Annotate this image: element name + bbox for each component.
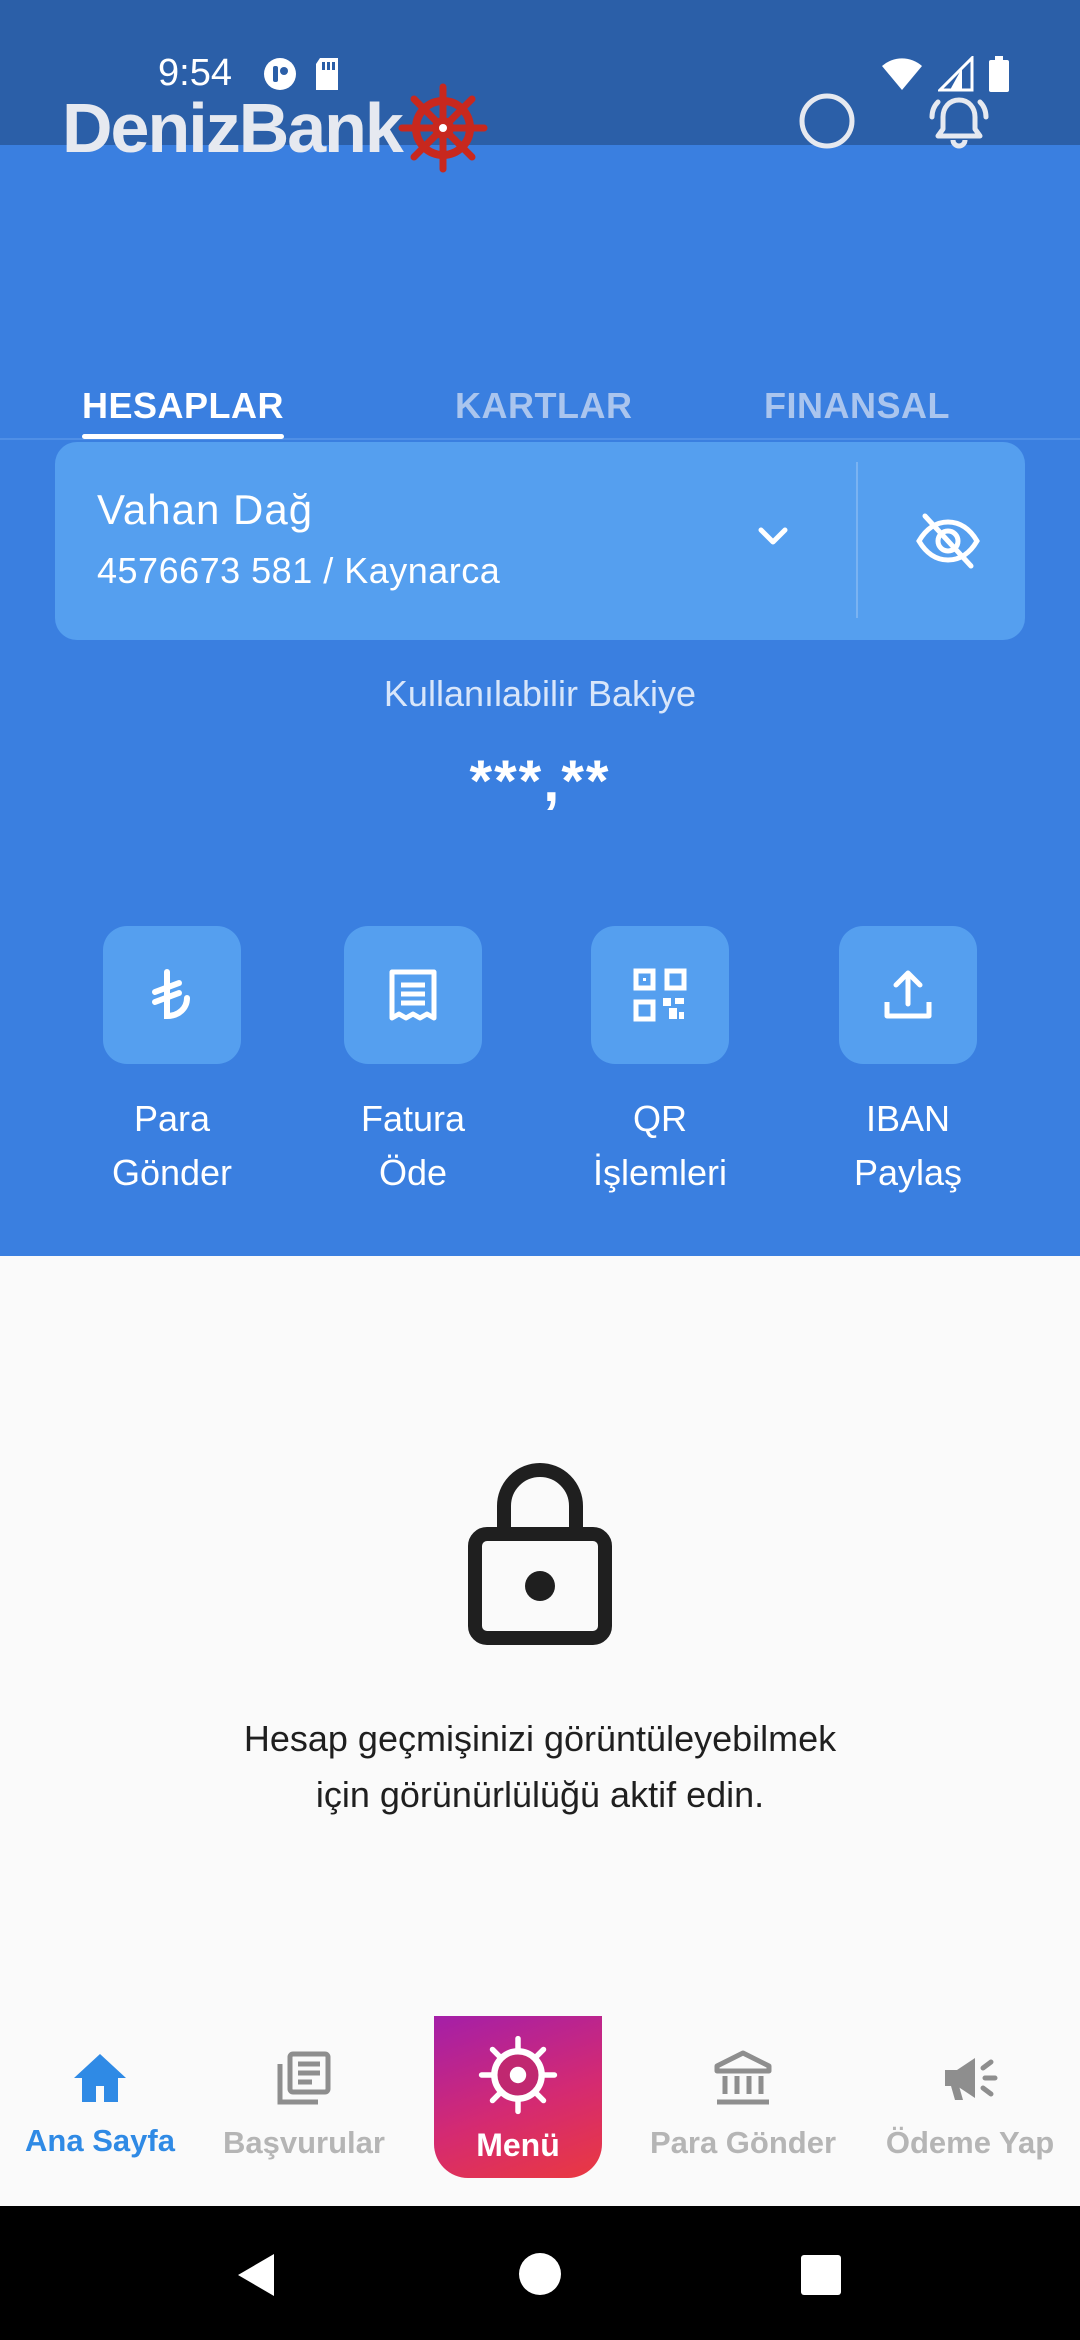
balance-label: Kullanılabilir Bakiye [383,673,697,714]
recents-square-icon[interactable] [800,2254,842,2296]
megaphone-icon [945,2058,998,2100]
account-holder-name: Vahan Dağ [97,486,314,533]
search-circle-icon[interactable] [798,92,856,150]
app-header: HESAPLAR KARTLAR FINANSAL [0,145,1080,440]
nav-label: Ana Sayfa [25,2123,175,2158]
action-icon-box [591,926,729,1064]
action-label: QR İşlemleri [592,1098,727,1193]
menu-label: Menü [476,2127,560,2163]
battery-icon [989,56,1009,92]
card-divider [856,462,858,618]
applications-icon [277,2051,331,2105]
locked-history-message: Hesap geçmişinizi görüntüleyebilmek için… [243,1718,837,1815]
home-icon [74,2054,126,2102]
wifi-icon [882,58,922,90]
action-iban-paylas[interactable]: IBAN Paylaş [813,926,1003,1200]
nav-label: Para Gönder [649,2125,837,2160]
qr-code-icon [633,968,687,1022]
action-fatura-ode[interactable]: Fatura Öde [318,926,508,1200]
nav-para-gonder[interactable]: Para Gönder [633,2050,853,2161]
share-upload-icon [884,970,932,1019]
bank-icon [714,2050,772,2105]
tab-finansal[interactable]: FINANSAL [764,385,950,427]
locked-history-panel: Hesap geçmişinizi görüntüleyebilmek için… [0,1256,1080,2016]
tab-kartlar[interactable]: KARTLAR [455,385,632,427]
account-tabs: HESAPLAR KARTLAR FINANSAL [0,385,1080,445]
sd-card-icon [316,58,338,90]
action-para-gonder[interactable]: Para Gönder [77,926,267,1200]
action-label: IBAN Paylaş [853,1098,963,1193]
action-icon-box [344,926,482,1064]
quick-actions: Para Gönder Fatura Öde QR İşlemleri IBAN… [0,926,1080,1216]
chevron-down-icon[interactable] [745,508,801,564]
menu-button[interactable]: Menü [434,2016,602,2178]
account-number: 4576673 581 / Kaynarca [97,550,501,591]
back-icon[interactable] [234,2252,276,2298]
lock-icon [468,1463,612,1645]
tab-hesaplar[interactable]: HESAPLAR [82,385,285,439]
nav-label: Başvurular [223,2125,385,2160]
account-card[interactable]: Vahan Dağ 4576673 581 / Kaynarca [55,442,1025,640]
notification-icons [262,56,342,92]
nav-odeme-yap[interactable]: Ödeme Yap [860,2050,1080,2161]
action-icon-box [103,926,241,1064]
hide-balance-eye-icon[interactable] [913,506,983,576]
action-label: Fatura Öde [360,1098,466,1193]
denizbank-logo: DenizBank [62,83,488,173]
app-notification-icon [264,58,296,90]
nav-label: Ödeme Yap [885,2125,1055,2160]
notification-bell-icon[interactable] [928,90,990,152]
home-circle-icon[interactable] [518,2252,562,2296]
system-status-icons [880,56,1010,92]
cell-signal-icon [938,56,974,92]
action-qr-islemleri[interactable]: QR İşlemleri [565,926,755,1200]
system-navigation-bar [0,2206,1080,2340]
receipt-icon [389,969,437,1021]
action-icon-box [839,926,977,1064]
ship-wheel-logo-icon [398,83,488,173]
logo-text: DenizBank [62,89,404,167]
nav-ana-sayfa[interactable]: Ana Sayfa [0,2050,210,2159]
ship-wheel-menu-icon [478,2035,558,2115]
action-label: Para Gönder [111,1098,233,1193]
balance-value: ***,** [469,749,611,814]
lira-icon [152,969,190,1020]
nav-basvurular[interactable]: Başvurular [194,2050,414,2161]
